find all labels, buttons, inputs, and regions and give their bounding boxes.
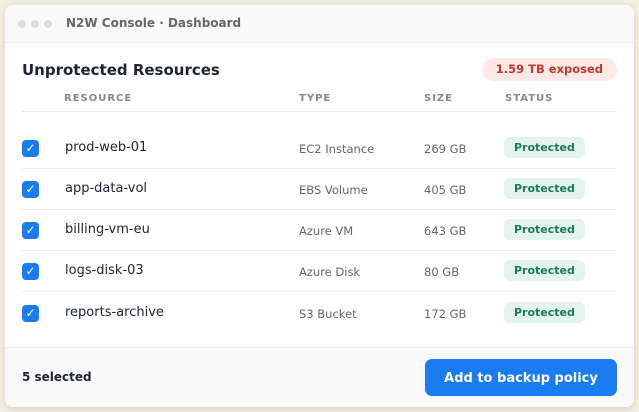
status-badge: Protected [504,137,585,158]
table-row[interactable]: ✓ billing-vm-eu Azure VM 643 GB Protected [5,210,634,251]
row-checkbox[interactable]: ✓ [22,222,39,239]
resource-type: EBS Volume [299,183,368,197]
resource-name: prod-web-01 [65,140,148,155]
resource-name: reports-archive [65,305,164,320]
resource-type: S3 Bucket [299,307,357,321]
table-row[interactable]: ✓ prod-web-01 EC2 Instance 269 GB Protected [5,128,634,169]
resource-type: EC2 Instance [299,142,375,156]
check-icon: ✓ [25,141,36,155]
exposed-badge: 1.59 TB exposed [481,58,617,81]
check-icon: ✓ [25,264,36,278]
row-checkbox[interactable]: ✓ [22,140,39,157]
column-header-size[interactable]: SIZE [424,93,453,104]
window-minimize-dot[interactable] [31,20,39,28]
window-close-dot[interactable] [18,20,26,28]
resource-size: 643 GB [424,224,467,238]
row-divider [22,291,617,292]
status-badge: Protected [504,219,585,240]
resource-type: Azure VM [299,224,354,238]
resource-size: 269 GB [424,142,467,156]
row-checkbox[interactable]: ✓ [22,181,39,198]
selection-count: 5 selected [22,370,92,384]
header-divider [22,111,617,112]
check-icon: ✓ [25,223,36,237]
column-header-type[interactable]: TYPE [299,93,331,104]
check-icon: ✓ [25,306,36,320]
resource-size: 172 GB [424,307,467,321]
window-title: N2W Console · Dashboard [66,16,242,30]
table-row[interactable]: ✓ logs-disk-03 Azure Disk 80 GB Protected [5,251,634,292]
row-checkbox[interactable]: ✓ [22,263,39,280]
check-icon: ✓ [25,182,36,196]
resource-size: 80 GB [424,265,460,279]
resource-size: 405 GB [424,183,467,197]
add-to-backup-policy-button[interactable]: Add to backup policy [425,359,617,396]
resource-name: app-data-vol [65,181,148,196]
window-maximize-dot[interactable] [44,20,52,28]
resource-type: Azure Disk [299,265,361,279]
status-badge: Protected [504,302,585,323]
resource-name: logs-disk-03 [65,263,144,278]
app-window: N2W Console · Dashboard Unprotected Reso… [5,5,634,407]
footer-bar: 5 selected Add to backup policy [5,347,634,407]
row-checkbox[interactable]: ✓ [22,305,39,322]
resource-name: billing-vm-eu [65,222,150,237]
table-row[interactable]: ✓ app-data-vol EBS Volume 405 GB Protected [5,169,634,210]
title-bar: N2W Console · Dashboard [5,5,634,43]
table-row[interactable]: ✓ reports-archive S3 Bucket 172 GB Protected [5,293,634,334]
status-badge: Protected [504,260,585,281]
status-badge: Protected [504,178,585,199]
column-header-status[interactable]: STATUS [505,93,553,104]
page-title: Unprotected Resources [22,61,220,79]
column-header-resource[interactable]: RESOURCE [64,93,132,104]
